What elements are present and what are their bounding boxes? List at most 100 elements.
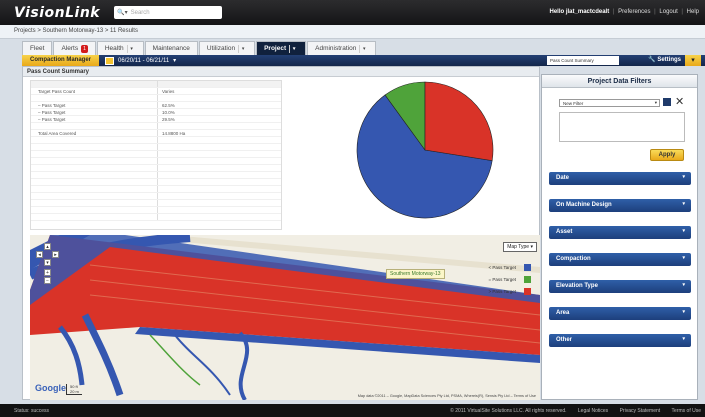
filter-section-on-machine-design[interactable]: On Machine Design ▾ (549, 199, 691, 212)
row-value (158, 144, 281, 150)
preferences-link[interactable]: Preferences (618, 9, 650, 15)
terms-of-use-link[interactable]: Terms of Use (672, 408, 701, 414)
row-value: 29.5% (162, 117, 175, 122)
filter-section-label: Asset (556, 229, 573, 235)
chevron-down-icon[interactable]: ▾ (238, 45, 247, 53)
table-row (31, 144, 281, 151)
new-filter-select[interactable]: New Filter ▾ (559, 99, 660, 107)
row-label: Total Area Covered (31, 130, 158, 136)
footer-links: © 2011 VirtualSite Solutions LLC. All ri… (440, 408, 701, 414)
legend-swatch (524, 275, 531, 283)
date-range-selector[interactable]: 06/20/11 - 06/21/11 ▾ (105, 56, 176, 65)
visionlink-logo[interactable]: VisionLink (14, 5, 100, 21)
table-row (31, 214, 281, 221)
pan-right-icon[interactable]: ▸ (52, 251, 59, 258)
row-value (158, 186, 281, 192)
compaction-manager-button[interactable]: Compaction Manager (22, 55, 100, 66)
summary-type-select[interactable]: Pass Count Summary (547, 56, 619, 65)
project-data-filters-panel: Project Data Filters New Filter ▾ ✕ Appl… (541, 74, 698, 400)
tab-alerts[interactable]: Alerts 1 (53, 41, 96, 55)
table-row (31, 158, 281, 165)
pan-up-icon[interactable]: ▴ (44, 243, 51, 250)
main-tabs: Fleet Alerts 1 Health ▾ Maintenance Utiliz… (22, 41, 377, 55)
filter-section-elevation-type[interactable]: Elevation Type ▾ (549, 280, 691, 293)
filter-section-label: Compaction (556, 256, 591, 262)
row-value (158, 95, 281, 101)
row-value (158, 193, 281, 199)
pan-down-icon[interactable]: ▾ (44, 259, 51, 266)
filter-criteria-box[interactable] (559, 112, 685, 142)
apply-button[interactable]: Apply (650, 149, 684, 161)
table-row: Total Area Covered 14.8800 Ha (31, 130, 281, 137)
search-icon[interactable]: 🔍 (117, 9, 124, 16)
new-filter-value: New Filter (563, 101, 584, 106)
map-type-label: Map Type (507, 244, 530, 250)
search-scope-dropdown[interactable]: ▾ (125, 9, 128, 16)
row-value: 10.0% (162, 110, 175, 115)
chevron-down-icon[interactable]: ▾ (173, 57, 176, 64)
row-value: 62.5% (162, 103, 175, 108)
filter-section-asset[interactable]: Asset ▾ (549, 226, 691, 239)
settings-label: Settings (657, 57, 681, 63)
row-label (31, 165, 158, 171)
chevron-down-icon: ▾ (682, 201, 685, 207)
settings-button[interactable]: 🔧 Settings (648, 56, 681, 63)
zoom-out-icon[interactable]: − (44, 277, 51, 284)
calendar-icon[interactable] (105, 56, 115, 65)
project-subbar: Compaction Manager 06/20/11 - 06/21/11 ▾… (22, 55, 705, 66)
filter-section-label: Date (556, 175, 570, 181)
tab-label: Health (104, 45, 124, 52)
tab-project[interactable]: Project ▾ (256, 41, 307, 55)
status-text: Status: success (14, 407, 50, 414)
legend-item: = Pass Target (488, 273, 531, 285)
tab-administration[interactable]: Administration ▾ (307, 41, 377, 55)
table-row (31, 123, 281, 130)
filter-section-date[interactable]: Date ▾ (549, 172, 691, 185)
map-attribution[interactable]: Map data ©2011 – Google, MapData Science… (358, 394, 536, 398)
panel-toggle-icon[interactable]: ▾ (685, 55, 701, 66)
search-box[interactable]: 🔍 ▾ Search (114, 6, 223, 19)
search-input[interactable]: Search (131, 10, 150, 16)
tab-fleet[interactable]: Fleet (22, 41, 53, 55)
pan-left-icon[interactable]: ◂ (36, 251, 43, 258)
compaction-map-svg (30, 235, 540, 400)
map-scale: 50 ft 20 m (66, 384, 82, 395)
legend-swatch (524, 263, 531, 271)
tab-utilization[interactable]: Utilization ▾ (198, 41, 256, 55)
breadcrumb-text[interactable]: Projects > Southern Motorway-13 > 11 Res… (14, 28, 138, 34)
zoom-in-icon[interactable]: + (44, 269, 51, 276)
row-value (158, 165, 281, 171)
privacy-statement-link[interactable]: Privacy Statement (620, 408, 661, 414)
map-pan-zoom-controls: ▴ ◂ ▸ ▾ + − (34, 243, 61, 284)
table-row (31, 179, 281, 186)
map-type-dropdown[interactable]: Map Type ▾ (503, 242, 537, 252)
filter-section-area[interactable]: Area ▾ (549, 307, 691, 320)
logout-link[interactable]: Logout (659, 9, 677, 15)
top-bar: VisionLink 🔍 ▾ Search Hello jlat_mactcde… (0, 0, 705, 25)
help-link[interactable]: Help (687, 9, 699, 15)
tab-health[interactable]: Health ▾ (96, 41, 144, 55)
chevron-down-icon[interactable]: ▾ (359, 45, 368, 53)
filter-section-other[interactable]: Other ▾ (549, 334, 691, 347)
save-icon[interactable] (663, 98, 671, 106)
filter-section-label: On Machine Design (556, 202, 612, 208)
row-value (158, 214, 281, 220)
project-map-label[interactable]: Southern Motorway-13 (386, 269, 445, 279)
chevron-down-icon[interactable]: ▾ (289, 45, 298, 53)
table-row (31, 151, 281, 158)
close-icon[interactable]: ✕ (675, 95, 684, 108)
row-value (158, 137, 281, 143)
filter-section-label: Other (556, 337, 573, 343)
table-row (31, 137, 281, 144)
filters-title: Project Data Filters (542, 75, 697, 88)
row-value (158, 179, 281, 185)
pie-slice-2[interactable] (424, 81, 494, 161)
row-label (31, 95, 158, 101)
tab-maintenance[interactable]: Maintenance (144, 41, 198, 55)
filter-section-compaction[interactable]: Compaction ▾ (549, 253, 691, 266)
project-map[interactable]: ▴ ◂ ▸ ▾ + − Map Type ▾ < Pass Target = P… (30, 235, 540, 400)
row-value (158, 172, 281, 178)
legal-notices-link[interactable]: Legal Notices (578, 408, 608, 414)
row-label (31, 151, 158, 157)
chevron-down-icon[interactable]: ▾ (126, 45, 136, 53)
